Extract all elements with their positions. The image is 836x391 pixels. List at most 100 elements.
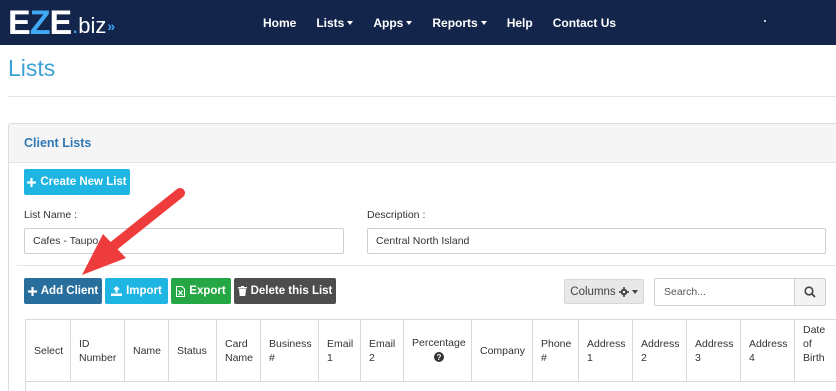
logo-biz: biz (78, 13, 107, 38)
th-address1-line1: Address (587, 337, 626, 350)
th-status[interactable]: Status (169, 320, 217, 382)
th-address2-line2: 2 (641, 351, 647, 364)
th-name[interactable]: Name (125, 320, 169, 382)
add-client-label: Add Client (40, 285, 99, 297)
nav-help[interactable]: Help (497, 16, 543, 30)
columns-dropdown-button[interactable]: Columns (564, 279, 644, 304)
th-address-3[interactable]: Address 3 (687, 320, 741, 382)
page-title: Lists (8, 55, 56, 81)
th-id-line2: Number (79, 351, 117, 364)
th-address4-line2: 4 (749, 351, 755, 364)
panel-separator (17, 265, 836, 266)
export-button[interactable]: Export (171, 278, 231, 304)
th-business-number[interactable]: Business # (261, 320, 319, 382)
th-id-line1: ID (79, 337, 90, 350)
logo-letter-e: E (8, 4, 31, 42)
search-icon (804, 286, 816, 298)
export-label: Export (189, 285, 226, 297)
nav-home-label: Home (263, 15, 297, 30)
th-dob-line3: Birth (803, 352, 825, 364)
th-email-1[interactable]: Email 1 (319, 320, 361, 382)
plus-icon (27, 177, 37, 187)
th-phone-line2: # (541, 351, 547, 364)
top-navbar: EZE . biz » Home Lists Apps Reports Help… (0, 0, 836, 45)
svg-text:?: ? (436, 353, 441, 362)
th-email2-line1: Email (369, 337, 396, 350)
th-select[interactable]: Select (26, 320, 71, 382)
logo-chevrons: » (107, 18, 115, 34)
th-address3-line1: Address (695, 337, 734, 350)
import-label: Import (126, 285, 162, 297)
th-business-line2: # (269, 351, 275, 364)
trash-icon (237, 286, 247, 296)
th-address-1[interactable]: Address 1 (579, 320, 633, 382)
th-email1-line2: 1 (327, 351, 333, 364)
th-address-2[interactable]: Address 2 (633, 320, 687, 382)
search-placeholder: Search... (664, 286, 707, 298)
th-phone[interactable]: Phone # (533, 320, 579, 382)
th-card-name[interactable]: Card Name (217, 320, 261, 382)
th-address3-line2: 3 (695, 351, 701, 364)
nav-separator-dot (764, 20, 766, 22)
th-card-line2: Name (225, 351, 254, 364)
search-button[interactable] (794, 278, 826, 306)
list-name-input[interactable]: Cafes - Taupo (24, 228, 344, 254)
title-divider (8, 96, 836, 97)
nav-apps[interactable]: Apps (363, 16, 422, 30)
columns-label: Columns (570, 285, 616, 298)
create-new-list-button[interactable]: Create New List (24, 169, 130, 195)
th-dob-line1: Date (803, 324, 826, 336)
add-client-button[interactable]: Add Client (24, 278, 102, 304)
th-percentage-label: Percentage (412, 336, 466, 349)
eze-biz-logo[interactable]: EZE . biz » (8, 4, 115, 42)
search-input[interactable]: Search... (654, 278, 794, 306)
nav-reports-label: Reports (432, 15, 478, 30)
th-address-4[interactable]: Address 4 (741, 320, 795, 382)
nav-lists[interactable]: Lists (306, 16, 363, 30)
nav-help-label: Help (506, 15, 533, 30)
nav-reports[interactable]: Reports (422, 16, 496, 30)
nav-contact-us[interactable]: Contact Us (543, 16, 626, 30)
description-input[interactable]: Central North Island (367, 228, 826, 254)
clients-table: Select ID Number Name Status Card Name Bus… (25, 319, 836, 391)
description-label: Description : (367, 209, 426, 221)
th-address4-line1: Address (749, 337, 788, 350)
th-email1-line1: Email (327, 337, 354, 350)
caret-down-icon (631, 289, 638, 294)
logo-letter-z: Z (29, 4, 51, 42)
plus-icon (27, 286, 37, 296)
th-id-number[interactable]: ID Number (71, 320, 125, 382)
create-new-list-label: Create New List (40, 176, 127, 188)
panel-heading: Client Lists (9, 124, 836, 163)
th-card-line1: Card (225, 337, 248, 350)
th-company-label: Company (480, 344, 525, 357)
caret-down-icon (406, 20, 413, 25)
gear-icon (618, 286, 629, 297)
th-percentage[interactable]: Percentage ? (404, 320, 472, 382)
nav-home[interactable]: Home (253, 16, 306, 30)
question-circle-icon[interactable]: ? (433, 351, 444, 366)
th-email2-line2: 2 (369, 351, 375, 364)
list-name-value: Cafes - Taupo (33, 235, 99, 247)
list-name-label: List Name : (24, 209, 78, 221)
logo-letter-e2: E (49, 4, 72, 42)
th-dob-line2: of (803, 338, 812, 350)
upload-icon (111, 286, 123, 296)
client-lists-panel: Client Lists Create New List List Name :… (8, 123, 836, 391)
th-name-label: Name (133, 344, 162, 357)
th-date-of-birth[interactable]: Date of Birth (795, 320, 836, 382)
panel-title: Client Lists (24, 136, 92, 150)
th-address1-line2: 1 (587, 351, 593, 364)
caret-down-icon (347, 20, 354, 25)
nav-lists-label: Lists (316, 15, 345, 30)
import-button[interactable]: Import (105, 278, 168, 304)
th-select-label: Select (34, 344, 64, 357)
description-value: Central North Island (376, 235, 470, 247)
th-email-2[interactable]: Email 2 (361, 320, 404, 382)
th-company[interactable]: Company (472, 320, 533, 382)
th-address2-line1: Address (641, 337, 680, 350)
delete-list-button[interactable]: Delete this List (234, 278, 336, 304)
main-menu: Home Lists Apps Reports Help Contact Us (250, 0, 626, 45)
file-excel-icon (176, 285, 186, 297)
caret-down-icon (480, 20, 487, 25)
